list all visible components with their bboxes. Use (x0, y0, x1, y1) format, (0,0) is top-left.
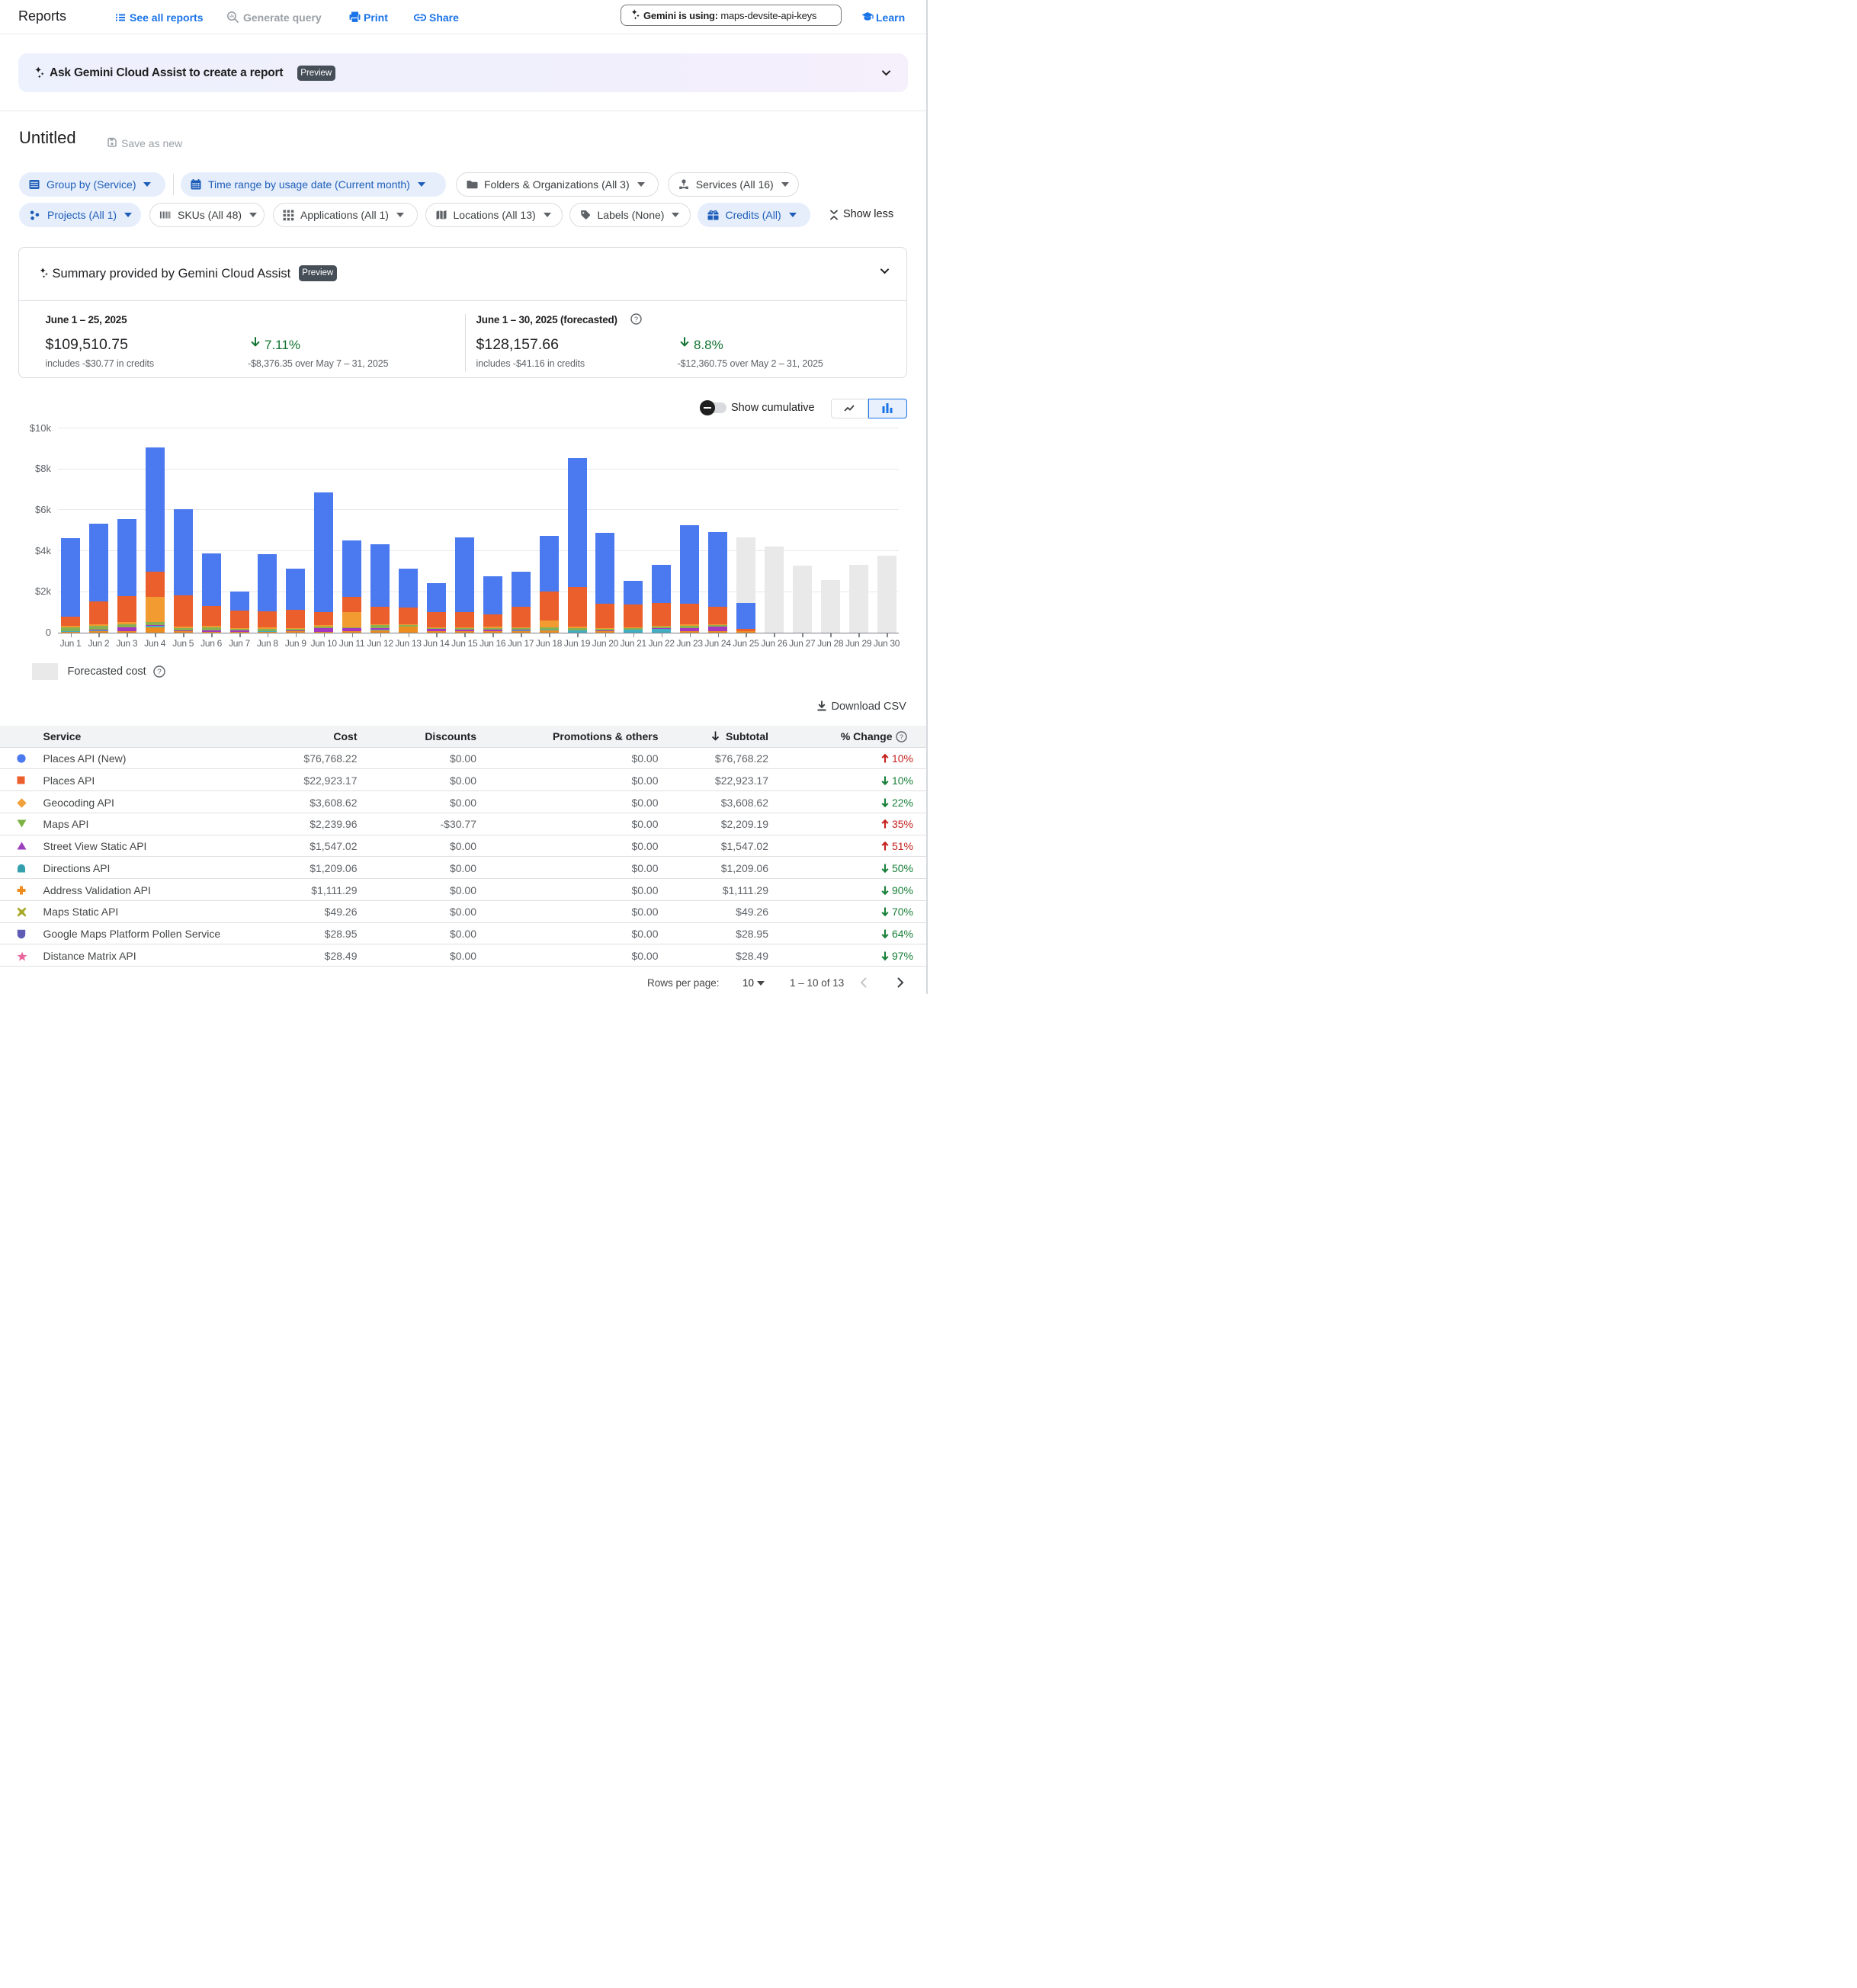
svg-text:?: ? (900, 733, 903, 740)
svg-text:?: ? (157, 669, 162, 677)
